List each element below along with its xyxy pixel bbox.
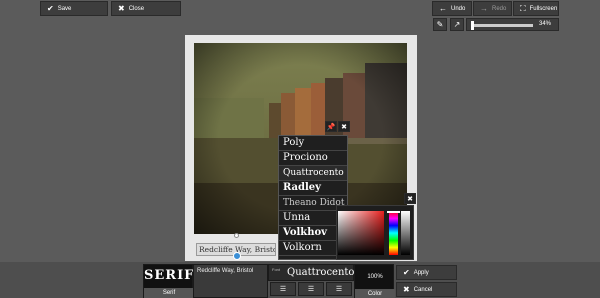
close-label: Close	[128, 5, 145, 12]
font-selector[interactable]: Font Quattrocento	[268, 264, 354, 281]
preview-label: Serif	[144, 288, 194, 298]
external-tool-button[interactable]: ↗	[450, 18, 464, 31]
align-left-button[interactable]: ☰	[270, 282, 296, 296]
align-center-icon: ☰	[307, 286, 315, 293]
redo-button[interactable]: → Redo	[473, 1, 512, 16]
text-input-panel: Redcliffe Way, Bristol	[193, 264, 268, 298]
opacity-value: 100%	[367, 274, 383, 280]
rotate-handle[interactable]	[234, 233, 239, 238]
hue-slider-handle[interactable]	[387, 211, 400, 213]
redo-label: Redo	[492, 5, 507, 12]
zoom-track[interactable]	[471, 24, 533, 27]
close-icon: ✖	[118, 3, 125, 13]
font-list-close-button[interactable]: ✖	[338, 121, 350, 132]
color-picker-close-button[interactable]: ✖	[404, 193, 416, 204]
font-item-radley[interactable]: Radley	[279, 181, 347, 196]
close-icon: ✖	[403, 284, 410, 294]
cancel-label: Cancel	[413, 286, 433, 293]
zoom-control: 34%	[466, 18, 559, 31]
external-link-icon: ↗	[453, 20, 461, 29]
undo-arrow-icon: ←	[439, 3, 447, 13]
zoom-percentage: 34%	[539, 21, 552, 27]
redo-arrow-icon: →	[480, 3, 488, 13]
pencil-icon: ✎	[436, 20, 444, 29]
save-button[interactable]: ✔ Save	[40, 1, 108, 16]
align-right-button[interactable]: ☰	[326, 282, 352, 296]
align-left-icon: ☰	[279, 286, 287, 293]
font-item-poly[interactable]: Poly	[279, 136, 347, 151]
apply-button[interactable]: ✔ Apply	[396, 265, 457, 280]
undo-button[interactable]: ← Undo	[432, 1, 472, 16]
pin-button[interactable]: 📌	[325, 121, 337, 132]
text-input[interactable]: Redcliffe Way, Bristol	[197, 268, 253, 274]
font-label: Font	[272, 267, 281, 272]
color-label: Color	[355, 289, 395, 298]
resize-handle[interactable]	[233, 252, 241, 260]
close-icon: ✖	[341, 123, 347, 131]
hue-slider[interactable]	[389, 211, 398, 255]
font-item-prociono[interactable]: Prociono	[279, 151, 347, 166]
preview-text: SERIF	[144, 268, 195, 283]
undo-label: Undo	[451, 5, 466, 12]
color-swatch[interactable]: 100% Color	[354, 264, 395, 298]
close-button[interactable]: ✖ Close	[111, 1, 181, 16]
align-right-icon: ☰	[335, 286, 343, 293]
save-label: Save	[57, 5, 72, 12]
check-icon: ✔	[403, 267, 410, 277]
font-item-quattrocento[interactable]: Quattrocento	[279, 166, 347, 181]
font-category-preview[interactable]: SERIF Serif	[143, 264, 195, 298]
saturation-value-area[interactable]	[338, 211, 384, 255]
close-icon: ✖	[407, 195, 413, 203]
align-center-button[interactable]: ☰	[298, 282, 324, 296]
save-icon: ✔	[47, 3, 54, 13]
zoom-slider-handle[interactable]	[471, 21, 474, 30]
font-value: Quattrocento	[287, 267, 355, 278]
pin-icon: 📌	[326, 123, 336, 131]
fullscreen-icon: ⛶	[520, 3, 526, 13]
alpha-slider[interactable]	[401, 211, 410, 255]
cancel-button[interactable]: ✖ Cancel	[396, 282, 457, 297]
apply-label: Apply	[413, 269, 429, 276]
edit-tool-button[interactable]: ✎	[433, 18, 447, 31]
fullscreen-button[interactable]: ⛶ Fullscreen	[513, 1, 559, 16]
fullscreen-label: Fullscreen	[529, 5, 558, 12]
